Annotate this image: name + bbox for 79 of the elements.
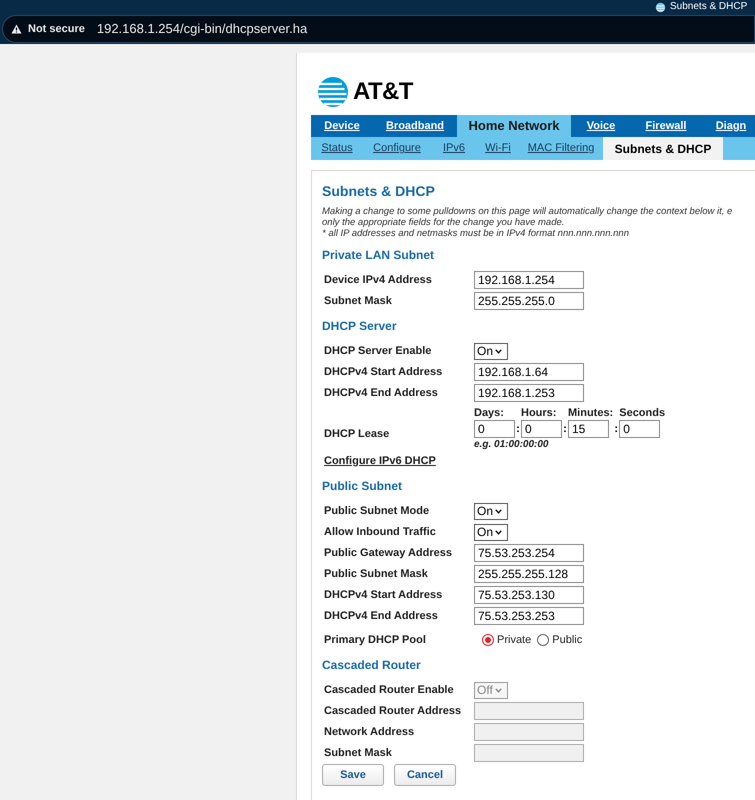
radio-button[interactable] <box>537 634 550 646</box>
field-label: Public Subnet Mode <box>324 504 430 519</box>
note-text: * all IP addresses and netmasks must be in IPv4 format nnn.nnn.nnn.nnn <box>322 228 630 239</box>
nav-tab[interactable]: Firewall <box>631 115 701 137</box>
sub-tab[interactable]: Configure <box>363 137 431 160</box>
lease-unit-label: Days: <box>474 406 505 420</box>
form-button[interactable]: Save <box>322 764 384 786</box>
field-label: Cascaded Router Address <box>324 704 462 719</box>
separator-text: : <box>562 422 568 437</box>
field-label: DHCPv4 Start Address <box>324 588 444 603</box>
input-field[interactable]: 192.168.1.253 <box>474 384 584 402</box>
field-label: DHCP Server Enable <box>324 344 432 359</box>
sub-tab[interactable]: Wi-Fi <box>477 137 519 160</box>
url-text: 192.168.1.254/cgi-bin/dhcpserver.ha <box>96 20 308 38</box>
section-heading: DHCP Server <box>322 318 398 335</box>
dropdown[interactable]: On <box>474 342 508 360</box>
sub-tab[interactable]: IPv6 <box>431 137 477 160</box>
separator-text: : <box>613 422 620 437</box>
note-text: Making a change to some pulldowns on this page will automatically change the context below it, e <box>322 206 734 217</box>
input-field[interactable]: 192.168.1.254 <box>474 271 584 289</box>
nav-tab[interactable]: Device <box>311 115 373 137</box>
input-field[interactable]: 75.53.253.130 <box>474 586 584 604</box>
field-label: Device IPv4 Address <box>324 272 433 288</box>
warning-icon <box>11 24 22 34</box>
nav-tab[interactable]: Home Network <box>457 115 571 137</box>
field-label: Subnet Mask <box>324 294 393 309</box>
input-field[interactable]: 75.53.253.253 <box>474 607 584 625</box>
nav-tab[interactable]: Broadband <box>373 115 457 137</box>
radio-option[interactable]: Public <box>537 632 582 648</box>
section-heading: Private LAN Subnet <box>322 247 436 264</box>
radio-option[interactable]: Private <box>482 632 532 648</box>
field-label: Network Address <box>324 724 416 740</box>
input-field[interactable]: 15 <box>568 420 609 438</box>
field-label: Primary DHCP Pool <box>324 632 427 648</box>
field-label: DHCPv4 End Address <box>324 608 439 624</box>
page-title: Subnets & DHCP <box>322 182 436 201</box>
field-label: Subnet Mask <box>324 746 393 761</box>
input-field[interactable]: 75.53.253.254 <box>474 544 584 562</box>
separator-text: : <box>515 422 521 437</box>
field-label: Public Subnet Mask <box>324 566 429 582</box>
dropdown[interactable]: On <box>474 502 508 520</box>
browser-tab-title[interactable]: Subnets & DHCP <box>670 1 748 13</box>
chevron-down-icon <box>495 530 502 534</box>
input-field[interactable]: 0 <box>619 420 660 438</box>
input-field[interactable]: 0 <box>521 420 562 438</box>
note-text: only the appropriate fields for the change you have made. <box>322 217 566 228</box>
address-bar[interactable]: Not secure 192.168.1.254/cgi-bin/dhcpserver.ha <box>2 15 755 43</box>
section-heading: Cascaded Router <box>322 657 422 674</box>
nav-tab[interactable]: Diagn <box>701 115 755 137</box>
sub-tab[interactable]: Status <box>311 137 363 160</box>
chevron-down-icon <box>495 348 502 354</box>
configure-link[interactable]: Configure IPv6 DHCP <box>324 452 436 470</box>
chevron-down-icon <box>495 508 502 514</box>
globe-logo-icon <box>317 76 349 108</box>
globe-icon <box>655 2 666 12</box>
logo-text: AT&T <box>353 77 413 107</box>
field-label: Cascaded Router Enable <box>324 682 455 698</box>
field-label: Public Gateway Address <box>324 546 453 561</box>
field-label: DHCPv4 Start Address <box>324 364 444 380</box>
lease-unit-label: Hours: <box>521 406 558 420</box>
field-label: DHCP Lease <box>324 426 390 442</box>
chevron-down-icon <box>494 688 502 692</box>
sub-tab[interactable]: Subnets & DHCP <box>603 137 723 160</box>
example-hint: e.g. 01:00:00:00 <box>474 438 550 451</box>
lease-unit-label: Seconds <box>619 406 666 420</box>
lease-unit-label: Minutes: <box>568 406 614 420</box>
field-label: DHCPv4 End Address <box>324 386 439 401</box>
input-field[interactable]: 192.168.1.64 <box>474 363 584 381</box>
nav-tab[interactable]: Voice <box>571 115 631 137</box>
input-field[interactable]: 255.255.255.0 <box>474 292 584 310</box>
field-label: Allow Inbound Traffic <box>324 524 437 540</box>
radio-button[interactable] <box>482 634 494 646</box>
sub-tab[interactable]: MAC Filtering <box>519 137 603 160</box>
input-field[interactable]: 0 <box>474 420 515 438</box>
input-field[interactable]: 255.255.255.128 <box>474 565 584 583</box>
form-button[interactable]: Cancel <box>394 764 456 786</box>
security-label: Not secure <box>28 22 85 37</box>
dropdown[interactable]: On <box>474 524 508 540</box>
section-heading: Public Subnet <box>322 478 404 495</box>
